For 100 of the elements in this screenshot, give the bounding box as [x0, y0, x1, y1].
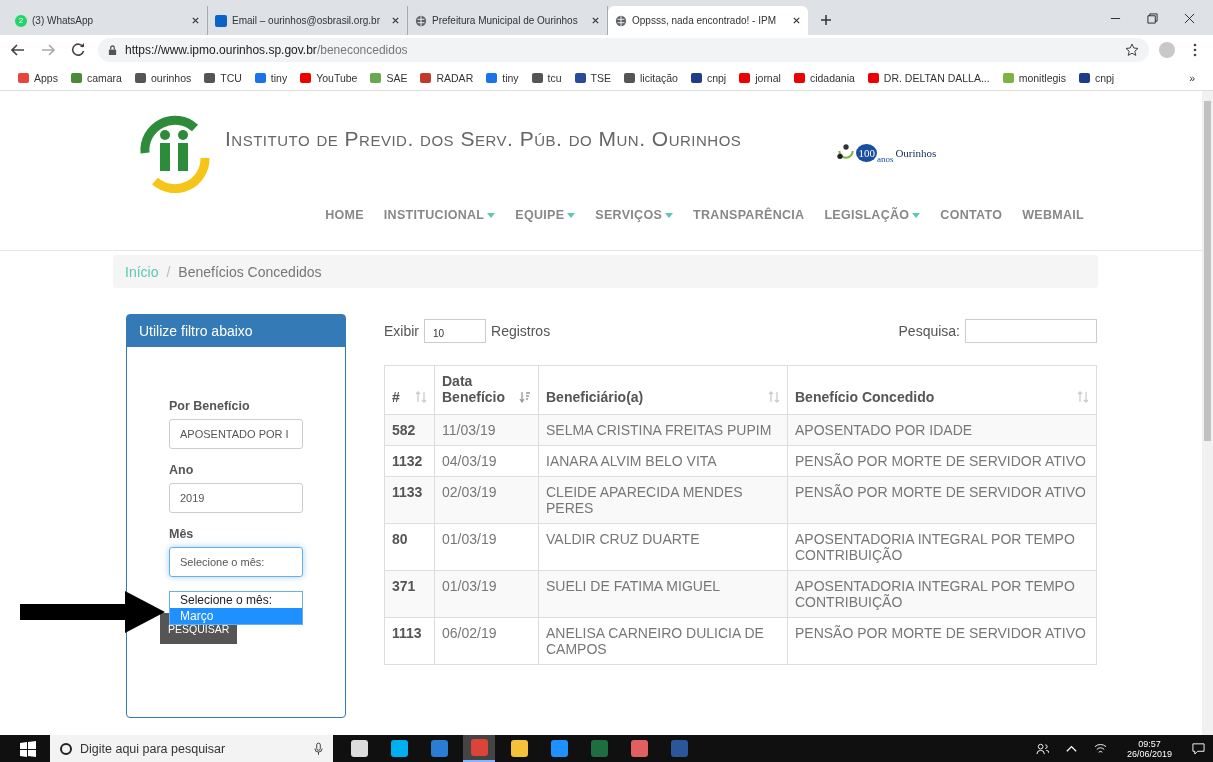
back-icon[interactable]: [11, 43, 25, 57]
nav-link[interactable]: HOME: [325, 208, 364, 222]
close-icon[interactable]: [191, 16, 200, 25]
star-icon[interactable]: [1125, 43, 1139, 57]
nav-link[interactable]: SERVIÇOS: [595, 208, 674, 222]
table-cell: CLEIDE APARECIDA MENDES PERES: [538, 476, 788, 524]
table-cell: PENSÃO POR MORTE DE SERVIDOR ATIVO: [787, 617, 1097, 665]
nav-link[interactable]: CONTATO: [940, 208, 1003, 222]
site-title: Instituto de Previd. dos Serv. Púb. do Mun. Ourinhos: [225, 127, 742, 151]
bookmark[interactable]: YouTube: [300, 71, 358, 84]
table-cell: 1113: [384, 617, 435, 665]
nav-link[interactable]: LEGISLAÇÃO: [824, 208, 921, 222]
browser-tab[interactable]: 2 (3) WhatsApp: [8, 6, 208, 35]
table-cell: 06/02/19: [434, 617, 539, 665]
whatsapp-icon: 2: [15, 14, 27, 27]
bookmark[interactable]: DR. DELTAN DALLA...: [867, 71, 990, 84]
wifi-icon[interactable]: [1093, 742, 1107, 755]
clock[interactable]: 09:57 26/06/2019: [1126, 738, 1172, 759]
bookmark[interactable]: RADAR: [420, 71, 474, 84]
reload-icon[interactable]: [71, 43, 85, 57]
search-icon: [60, 742, 72, 755]
column-header[interactable]: #: [384, 365, 435, 415]
page-size-select[interactable]: 10: [424, 319, 486, 343]
windows-start-icon[interactable]: [20, 740, 36, 757]
field-label: Por Benefício: [169, 399, 251, 413]
table-cell: IANARA ALVIM BELO VITA: [538, 445, 788, 477]
caret-icon: [912, 212, 921, 219]
caret-icon: [665, 212, 674, 219]
mail-icon: [215, 14, 227, 27]
more-bookmarks-button[interactable]: »: [1189, 71, 1195, 84]
table-cell: SELMA CRISTINA FREITAS PUPIM: [538, 414, 788, 446]
column-header[interactable]: Data Benefício: [434, 365, 539, 415]
search-field[interactable]: [965, 319, 1097, 343]
search-label: Pesquisa:: [898, 323, 960, 339]
breadcrumb-current: Benefícios Concedidos: [178, 263, 322, 280]
scrollbar[interactable]: [1202, 91, 1213, 735]
table-cell: 80: [384, 523, 435, 571]
table-cell: 371: [384, 570, 435, 618]
table-cell: 01/03/19: [434, 523, 539, 571]
scrollbar-thumb[interactable]: [1204, 101, 1211, 441]
close-icon[interactable]: [391, 16, 400, 25]
microphone-icon: [314, 742, 323, 755]
records-label: Registros: [491, 323, 551, 339]
input-field[interactable]: APOSENTADO POR I: [169, 419, 303, 449]
table-cell: VALDIR CRUZ DUARTE: [538, 523, 788, 571]
bookmark[interactable]: tcu: [531, 71, 562, 84]
bookmark[interactable]: SAE: [370, 71, 408, 84]
close-icon[interactable]: [1184, 13, 1195, 24]
address-field[interactable]: https://www.ipmo.ourinhos.sp.gov.br/beneconcedidos: [98, 38, 1149, 62]
table-cell: 01/03/19: [434, 570, 539, 618]
restore-icon[interactable]: [1147, 13, 1158, 24]
nav-link[interactable]: EQUIPE: [515, 208, 576, 222]
bookmark[interactable]: TSE: [574, 71, 611, 84]
table-cell: 02/03/19: [434, 476, 539, 524]
table-cell: 1133: [384, 476, 435, 524]
caret-icon: [567, 212, 576, 219]
table-cell: 582: [384, 414, 435, 446]
nav-link[interactable]: TRANSPARÊNCIA: [693, 208, 805, 222]
bookmark[interactable]: monitlegis: [1002, 71, 1066, 84]
nav-link[interactable]: WEBMAIL: [1022, 208, 1084, 222]
globe-icon: [415, 14, 427, 27]
table-cell: PENSÃO POR MORTE DE SERVIDOR ATIVO: [787, 476, 1097, 524]
input-field[interactable]: Selecione o mês:: [169, 547, 303, 577]
bookmark[interactable]: ourinhos: [134, 71, 192, 84]
taskbar-search-field[interactable]: Digite aqui para pesquisar: [50, 735, 333, 762]
notifications-icon[interactable]: [1192, 742, 1205, 755]
table-cell: 11/03/19: [434, 414, 539, 446]
bookmark[interactable]: camara: [70, 71, 122, 84]
new-tab-icon[interactable]: [820, 14, 832, 26]
table-cell: 04/03/19: [434, 445, 539, 477]
field-label: Mês: [169, 527, 195, 541]
column-header[interactable]: Beneficiário(a): [538, 365, 788, 415]
column-header[interactable]: Benefício Concedido: [787, 365, 1097, 415]
panel-title: Utilize filtro abaixo: [127, 315, 345, 347]
field-label: Ano: [169, 463, 195, 477]
bookmark[interactable]: Apps: [18, 71, 58, 84]
close-icon[interactable]: [591, 16, 600, 25]
table-cell: APOSENTADORIA INTEGRAL POR TEMPO CONTRIBUIÇÃO: [787, 523, 1097, 571]
input-field[interactable]: 2019: [169, 483, 303, 513]
people-icon[interactable]: [1035, 742, 1049, 755]
table-cell: ANELISA CARNEIRO DULICIA DE CAMPOS: [538, 617, 788, 665]
table-cell: APOSENTADO POR IDADE: [787, 414, 1097, 446]
sort-descending-icon[interactable]: [519, 391, 531, 403]
bookmark[interactable]: jornal: [739, 71, 781, 84]
lock-icon: [108, 44, 117, 56]
close-icon[interactable]: [792, 16, 801, 25]
breadcrumb-separator: /: [166, 263, 171, 280]
table-cell: PENSÃO POR MORTE DE SERVIDOR ATIVO: [787, 445, 1097, 477]
bookmark[interactable]: licitação: [624, 71, 678, 84]
bookmark[interactable]: cnpj: [1078, 71, 1115, 84]
bookmark[interactable]: TCU: [204, 71, 242, 84]
nav-link[interactable]: INSTITUCIONAL: [383, 208, 496, 222]
caret-icon: [487, 212, 496, 219]
browser-tab[interactable]: Oppsss, nada encontrado! - IPM: [608, 6, 808, 35]
bookmark[interactable]: cidadania: [793, 71, 855, 84]
bookmark[interactable]: tiny: [486, 71, 519, 84]
bookmark[interactable]: tiny: [254, 71, 288, 84]
dropdown-option[interactable]: Selecione o mês:: [170, 592, 302, 608]
bookmark[interactable]: cnpj: [690, 71, 727, 84]
browser-tab[interactable]: Email – ourinhos@osbrasil.org.br: [208, 6, 408, 35]
